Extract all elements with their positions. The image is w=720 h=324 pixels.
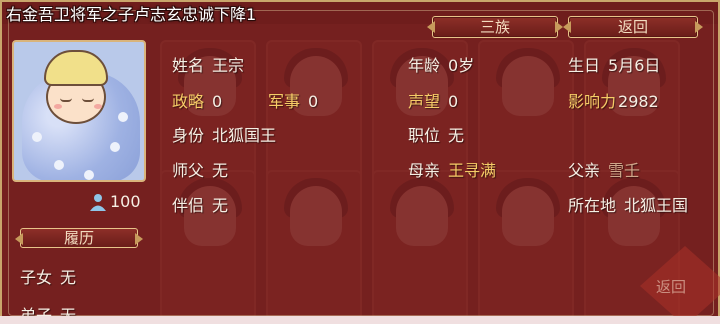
clan-button-label: 三族 xyxy=(479,18,510,36)
character-portrait xyxy=(12,40,146,182)
field-fame: 声望 0 xyxy=(408,92,459,111)
field-birthday: 生日 5月6日 xyxy=(568,56,661,75)
back-button-label: 返回 xyxy=(617,18,648,36)
field-mother[interactable]: 母亲 王寻满 xyxy=(408,157,496,181)
field-post: 职位无 xyxy=(408,126,465,145)
history-label: 履历 xyxy=(63,229,94,247)
field-master: 师父无 xyxy=(172,161,229,180)
field-location: 所在地 北狐王国 xyxy=(568,196,689,215)
field-strategy: 政略 0 xyxy=(172,92,223,111)
field-father[interactable]: 父亲 雪壬 xyxy=(568,157,640,181)
field-name: 姓名 王宗 xyxy=(172,56,245,75)
event-title: 右金吾卫将军之子卢志玄忠诚下降1 xyxy=(6,5,257,24)
field-age: 年龄 0岁 xyxy=(408,56,475,75)
person-icon xyxy=(90,194,106,211)
field-influence: 影响力 2982 xyxy=(568,92,659,111)
baby-hair xyxy=(44,50,108,86)
field-military: 军事 0 xyxy=(268,92,319,111)
clan-button[interactable]: 三族 xyxy=(427,16,563,38)
field-children: 子女无 xyxy=(20,268,77,287)
back-button[interactable]: 返回 xyxy=(563,16,703,38)
field-identity: 身份 北狐国王 xyxy=(172,126,277,145)
corner-back-label: 返回 xyxy=(656,278,687,296)
history-section-header: 履历 xyxy=(15,228,143,248)
field-spouse: 伴侣无 xyxy=(172,196,229,215)
popularity-value: 100 xyxy=(110,192,141,211)
bottom-strip xyxy=(0,316,720,324)
